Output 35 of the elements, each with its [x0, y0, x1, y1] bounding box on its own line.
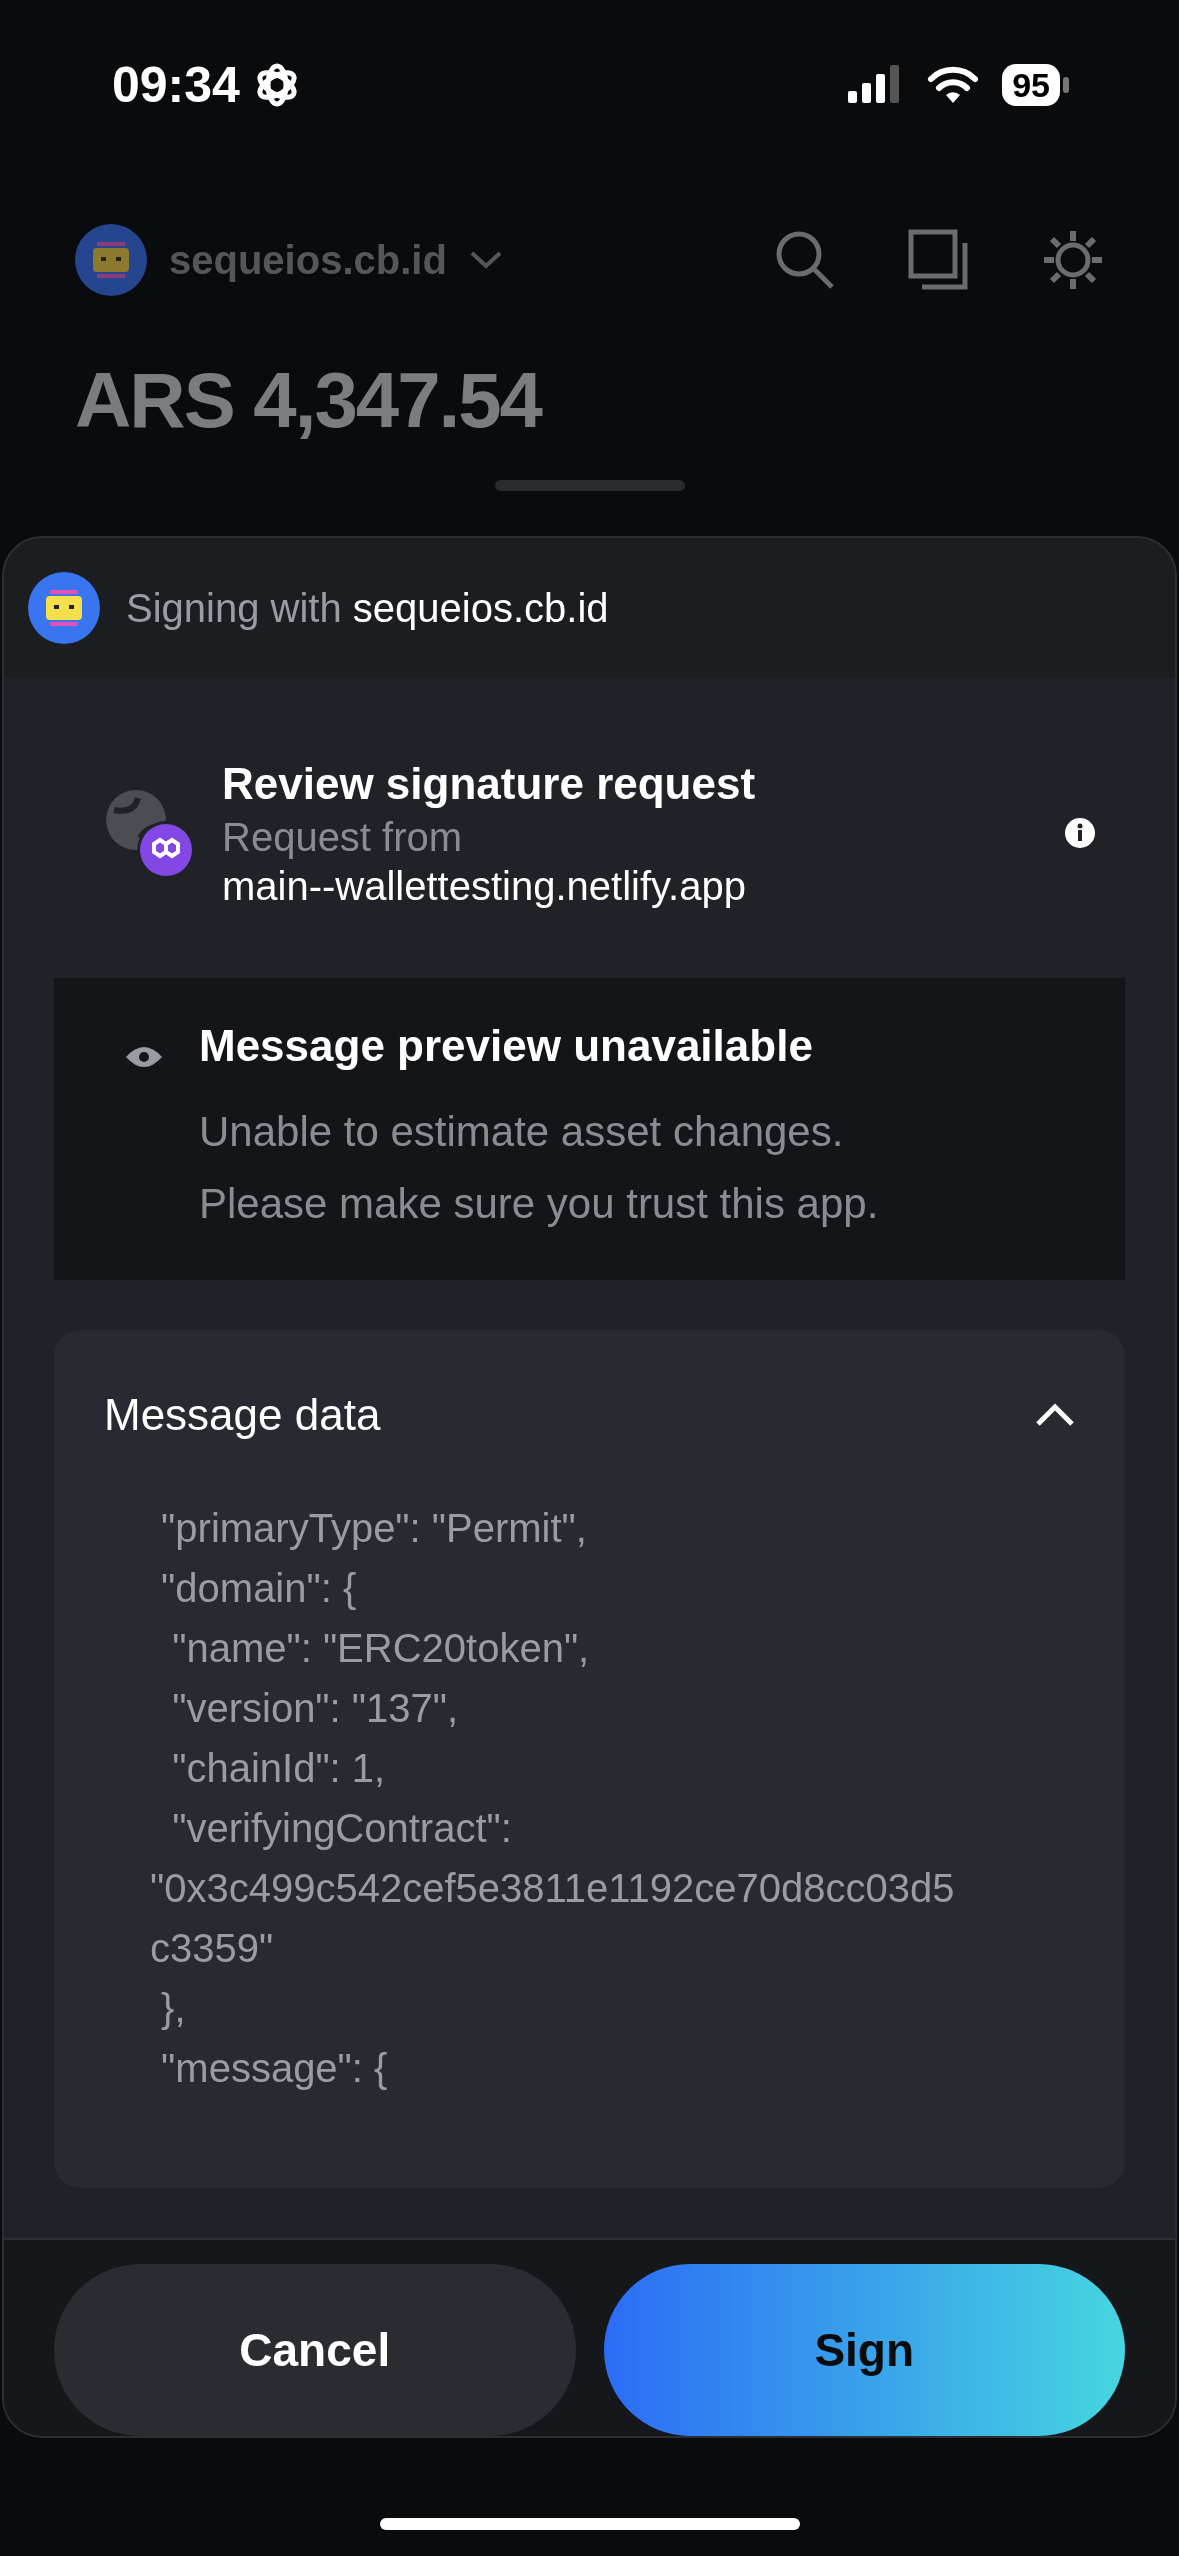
avatar-icon: [28, 572, 100, 644]
avatar-icon[interactable]: [75, 224, 147, 296]
battery-level: 95: [1002, 64, 1060, 106]
request-label: Request from: [222, 814, 464, 861]
info-icon[interactable]: [1065, 818, 1095, 848]
settings-icon[interactable]: [1042, 229, 1104, 291]
section-title: Message data: [104, 1390, 381, 1440]
chevron-up-icon[interactable]: [1035, 1403, 1075, 1427]
balance-amount: ARS 4,347.54: [75, 355, 543, 446]
warning-text: Please make sure you trust this app.: [199, 1179, 880, 1229]
copy-icon[interactable]: [908, 229, 970, 291]
code-line: c3359": [150, 1925, 274, 1972]
warning-text: Unable to estimate asset changes.: [199, 1107, 845, 1157]
code-line: "chainId": 1,: [171, 1745, 386, 1792]
code-line: "0x3c499c542cef5e3811e1192ce70d8cc03d5: [150, 1865, 955, 1912]
signing-label: Signing with: [126, 585, 342, 630]
request-title: Review signature request: [222, 758, 757, 810]
preview-title: Message preview unavailable: [199, 1020, 814, 1072]
drag-handle[interactable]: [494, 480, 685, 491]
chevron-down-icon[interactable]: [468, 250, 503, 270]
code-line: "primaryType": "Permit",: [160, 1505, 587, 1552]
wifi-icon: [926, 65, 981, 105]
code-line: "domain": {: [160, 1565, 357, 1612]
sign-button[interactable]: Sign: [603, 2264, 1125, 2436]
clock-time: 09:34: [112, 56, 240, 114]
cancel-button[interactable]: Cancel: [54, 2264, 576, 2436]
request-origin: main--wallettesting.netlify.app: [222, 863, 747, 910]
account-name: sequeios.cb.id: [352, 585, 609, 630]
code-line: },: [160, 1985, 186, 2032]
code-line: "name": "ERC20token",: [171, 1625, 590, 1672]
code-line: "verifyingContract":: [171, 1805, 512, 1852]
search-icon[interactable]: [774, 229, 836, 291]
code-line: "version": "137",: [171, 1685, 459, 1732]
code-line: "message": {: [160, 2045, 388, 2092]
battery-cap-icon: [1063, 77, 1069, 93]
